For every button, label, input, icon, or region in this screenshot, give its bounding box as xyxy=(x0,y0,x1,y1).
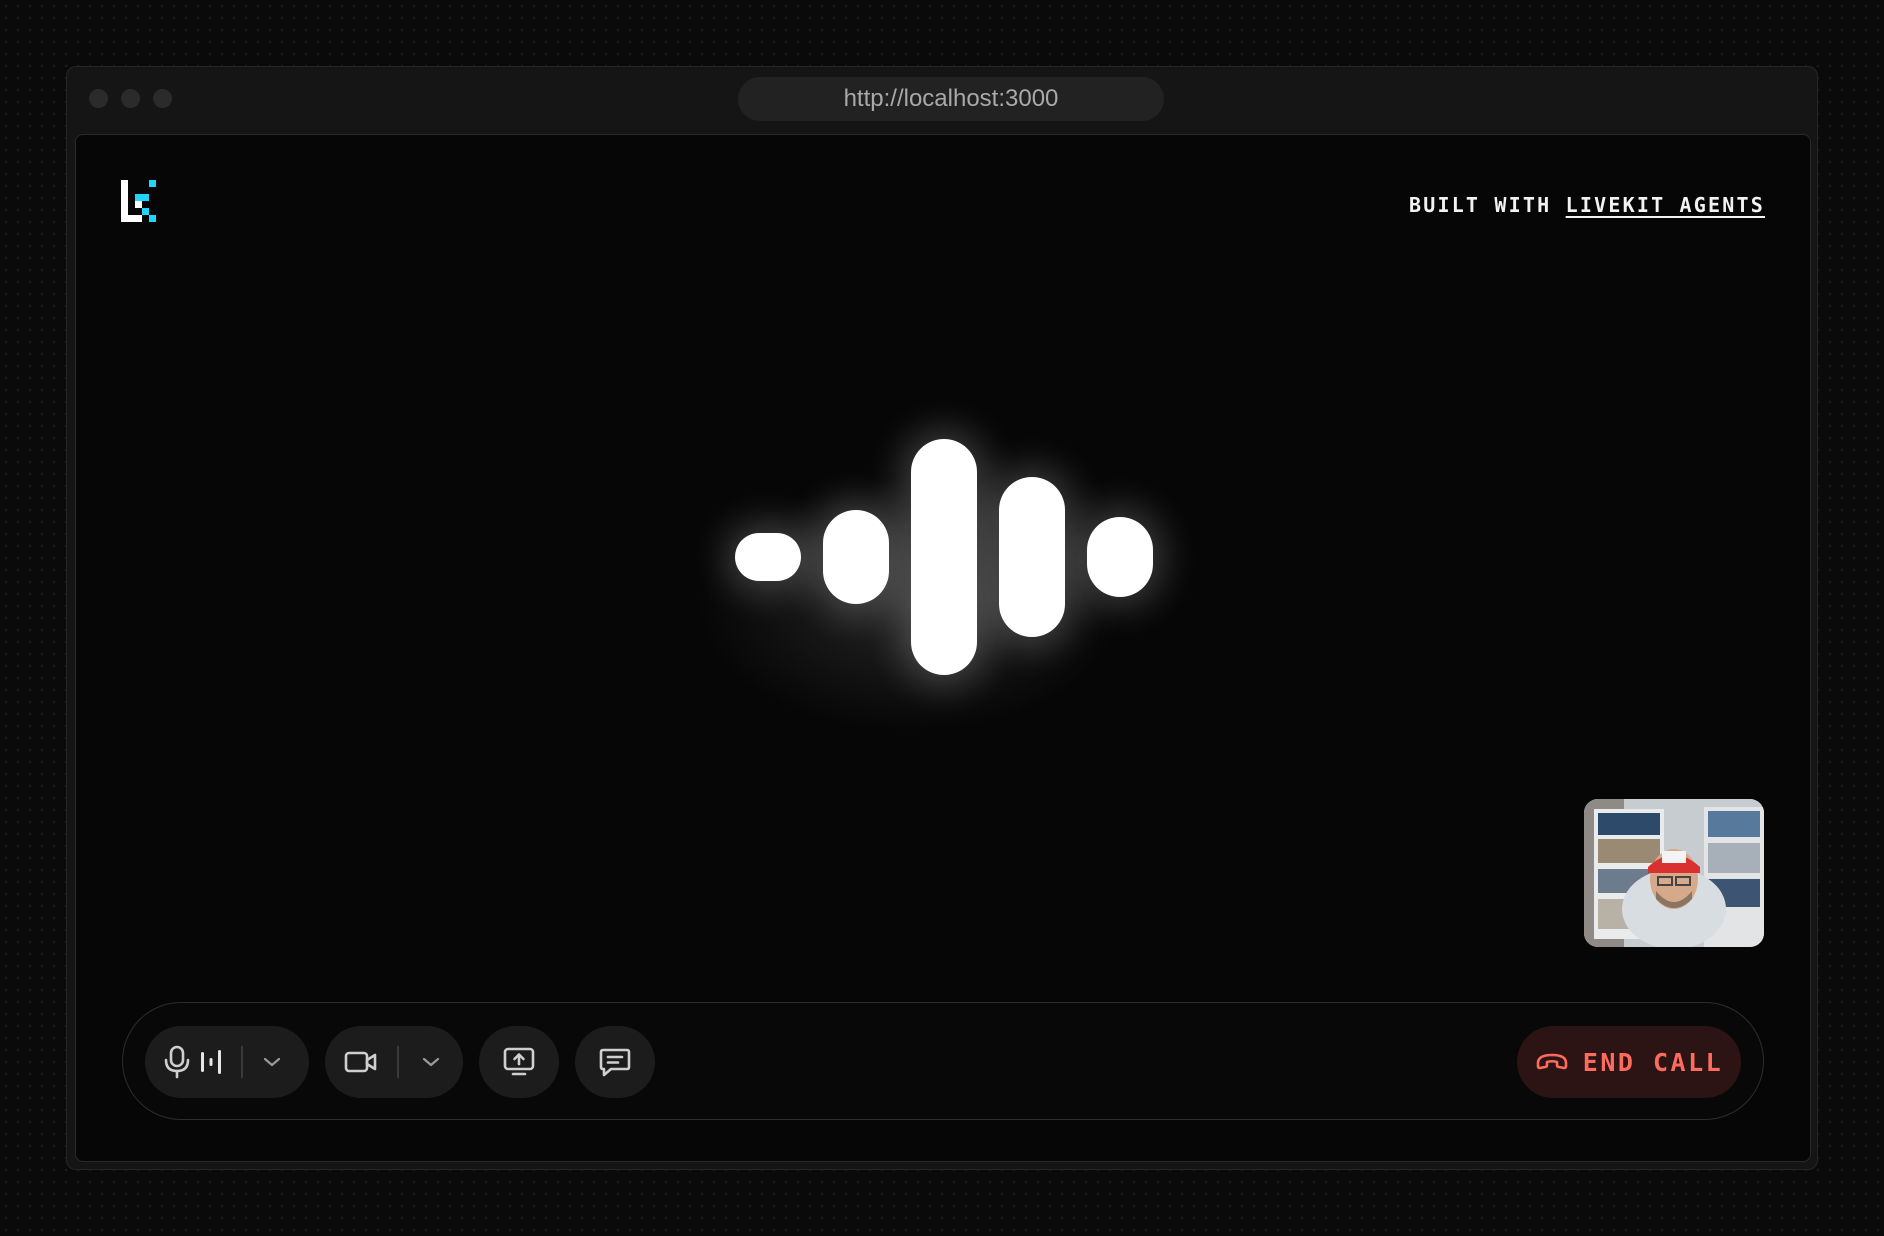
screen-share-button[interactable] xyxy=(479,1026,559,1098)
camera-device-dropdown[interactable] xyxy=(399,1026,463,1098)
end-call-label: END CALL xyxy=(1582,1047,1724,1077)
audio-level-icon xyxy=(201,1050,221,1074)
maximize-dot[interactable] xyxy=(153,89,172,108)
visualizer-bar xyxy=(1087,516,1153,598)
visualizer-bar xyxy=(735,533,801,581)
chat-icon xyxy=(599,1048,631,1077)
end-call-button[interactable]: END CALL xyxy=(1517,1026,1741,1098)
visualizer-bar xyxy=(911,439,977,675)
camera-control-group xyxy=(325,1026,463,1098)
close-dot[interactable] xyxy=(89,89,108,108)
camera-toggle-button[interactable] xyxy=(325,1026,397,1098)
microphone-icon xyxy=(164,1045,190,1079)
chevron-down-icon xyxy=(263,1057,280,1067)
video-camera-icon xyxy=(344,1051,377,1073)
microphone-device-dropdown[interactable] xyxy=(243,1026,301,1098)
local-video-feed xyxy=(1584,799,1764,947)
control-bar: END CALL xyxy=(122,1002,1764,1120)
local-camera-tile xyxy=(1584,799,1764,947)
chat-button[interactable] xyxy=(575,1026,655,1098)
window-controls xyxy=(89,89,172,108)
phone-hangup-icon xyxy=(1536,1053,1568,1070)
chevron-down-icon xyxy=(422,1057,439,1067)
browser-window: http://localhost:3000 BUILT WITH LIVEKIT… xyxy=(66,66,1818,1170)
microphone-control-group xyxy=(145,1026,309,1098)
visualizer-glow xyxy=(660,455,1160,755)
visualizer-bar xyxy=(823,509,889,605)
minimize-dot[interactable] xyxy=(121,89,140,108)
screen-share-icon xyxy=(503,1047,535,1076)
visualizer-bar xyxy=(999,476,1065,638)
app-viewport: BUILT WITH LIVEKIT AGENTS END CALL xyxy=(75,134,1811,1162)
microphone-toggle-button[interactable] xyxy=(145,1026,241,1098)
url-bar[interactable]: http://localhost:3000 xyxy=(738,77,1164,121)
url-text: http://localhost:3000 xyxy=(843,85,1059,112)
